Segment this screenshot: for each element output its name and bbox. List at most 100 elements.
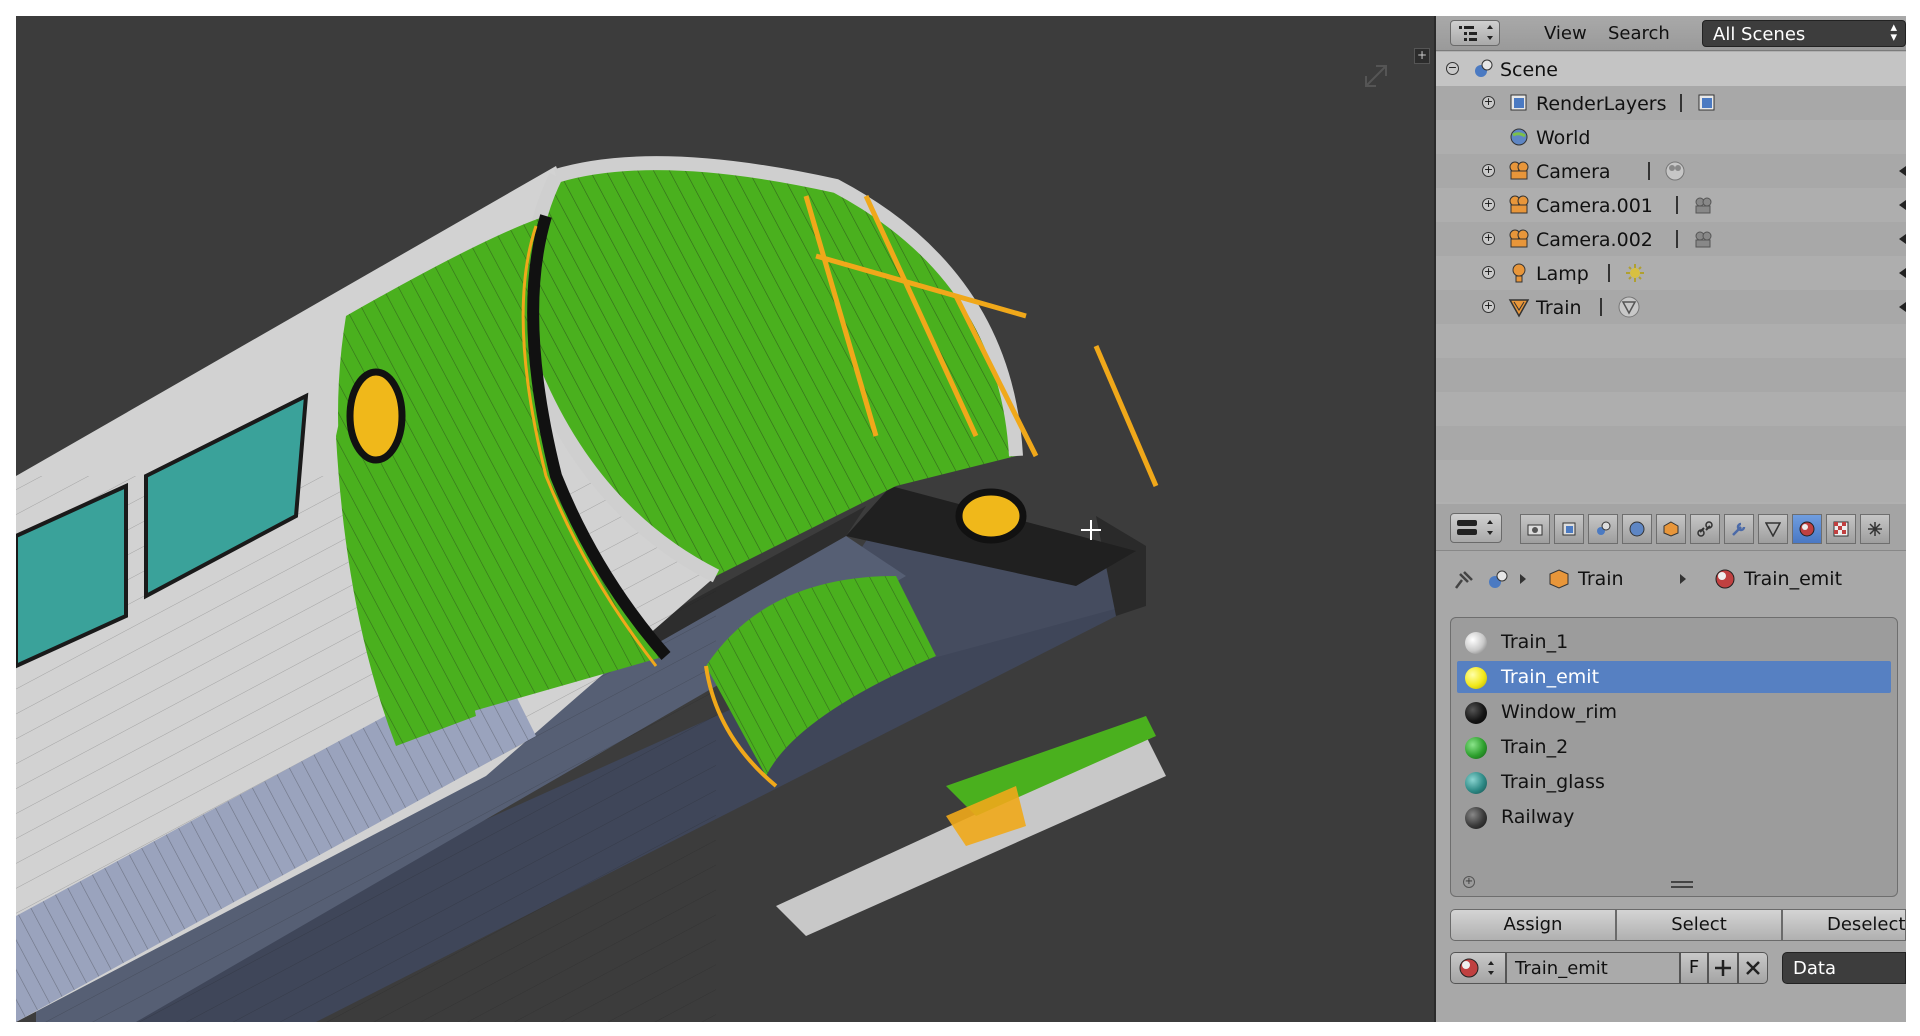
link-dropdown-label: Data [1793, 958, 1836, 979]
material-slot[interactable]: Train_2 [1457, 731, 1891, 763]
tab-texture[interactable] [1826, 514, 1856, 544]
tab-data[interactable] [1758, 514, 1788, 544]
visibility-arrow-icon[interactable] [1899, 166, 1906, 176]
outliner-row-camera-002[interactable]: + Camera.002 [1436, 222, 1906, 256]
visibility-arrow-icon[interactable] [1899, 268, 1906, 278]
pin-icon[interactable] [1450, 568, 1476, 592]
deselect-button[interactable]: Deselect [1782, 909, 1906, 941]
material-slot[interactable]: Train_1 [1457, 626, 1891, 658]
properties-editor[interactable]: Train Train_emit Train_1 Train_emit Wind… [1436, 504, 1906, 1022]
material-sphere-icon [1799, 521, 1815, 537]
scene-icon [1489, 570, 1508, 588]
material-preview-ball [1465, 632, 1487, 654]
tab-modifiers[interactable] [1724, 514, 1754, 544]
train-mesh-render [16, 65, 1387, 1022]
material-slot-list[interactable]: Train_1 Train_emit Window_rim Train_2 Tr… [1450, 617, 1898, 897]
list-resize-grip[interactable] [1671, 881, 1693, 888]
visibility-arrow-icon[interactable] [1899, 234, 1906, 244]
outliner-row-lamp[interactable]: + Lamp [1436, 256, 1906, 290]
link-dropdown[interactable]: Data [1782, 952, 1906, 984]
renderlayer-sub-icon [1698, 94, 1715, 111]
outliner-label: Camera [1536, 161, 1611, 183]
material-slot[interactable]: Railway [1457, 801, 1891, 833]
camera-data-icon [1695, 231, 1712, 248]
camera-object-icon [1509, 229, 1529, 248]
tab-particles[interactable] [1860, 514, 1890, 544]
outliner-label: Camera.001 [1536, 195, 1653, 217]
texture-checker-icon [1833, 521, 1849, 537]
train-side-light [346, 368, 406, 464]
material-preview-ball [1465, 667, 1487, 689]
scene-icon [1597, 521, 1611, 535]
outliner-label: Scene [1500, 59, 1558, 81]
select-button[interactable]: Select [1616, 909, 1782, 941]
material-slot[interactable]: Window_rim [1457, 696, 1891, 728]
editor-type-button[interactable] [1450, 513, 1502, 543]
particles-icon [1868, 522, 1882, 536]
menu-view[interactable]: View [1544, 23, 1587, 44]
material-slot-name: Railway [1501, 806, 1575, 828]
collapse-icon[interactable]: − [1446, 62, 1459, 75]
visibility-arrow-icon[interactable] [1899, 200, 1906, 210]
assign-button[interactable]: Assign [1450, 909, 1616, 941]
outliner-row-train[interactable]: + Train [1436, 290, 1906, 324]
scene-filter-dropdown[interactable]: All Scenes ▴ ▾ [1702, 20, 1906, 47]
material-preview-ball [1465, 807, 1487, 829]
breadcrumb: Train Train_emit [1436, 558, 1906, 598]
3d-viewport[interactable]: + [16, 16, 1434, 1022]
expand-icon[interactable]: + [1482, 300, 1495, 313]
mesh-object-icon [1508, 299, 1530, 318]
expand-icon[interactable]: + [1482, 266, 1495, 279]
renderlayers-icon [1510, 94, 1527, 111]
render-layers-icon [1562, 522, 1576, 536]
tab-render[interactable] [1520, 514, 1550, 544]
object-cube-icon [1549, 569, 1569, 589]
expand-icon[interactable]: + [1482, 232, 1495, 245]
material-slot[interactable]: Train_glass [1457, 766, 1891, 798]
tab-render-layers[interactable] [1554, 514, 1584, 544]
world-icon [1629, 521, 1645, 537]
outliner-row-scene[interactable]: − Scene [1436, 52, 1906, 86]
material-name-field[interactable]: Train_emit [1506, 952, 1680, 984]
object-cube-icon [1663, 521, 1679, 537]
material-slot-name: Window_rim [1501, 701, 1618, 723]
outliner[interactable]: − Scene + RenderLayers World + Camera + … [1436, 52, 1906, 502]
mesh-data-icon [1618, 296, 1640, 318]
material-slot-selected[interactable]: Train_emit [1457, 661, 1891, 693]
viewport-split-corner[interactable]: + [1414, 48, 1430, 64]
blender-window: + View Search All Scenes ▴ ▾ − Scene + R… [16, 16, 1906, 1022]
lamp-data-icon [1626, 264, 1644, 282]
expand-icon[interactable]: + [1482, 96, 1495, 109]
visibility-arrow-icon[interactable] [1899, 302, 1906, 312]
new-material-button[interactable] [1708, 952, 1738, 984]
expand-icon[interactable]: + [1482, 164, 1495, 177]
properties-tabbar [1436, 504, 1906, 551]
world-icon [1510, 128, 1528, 146]
expand-icon[interactable]: + [1482, 198, 1495, 211]
menu-search[interactable]: Search [1608, 23, 1670, 44]
material-preview-ball [1465, 737, 1487, 759]
outliner-row-world[interactable]: World [1436, 120, 1906, 154]
outliner-row-renderlayers[interactable]: + RenderLayers [1436, 86, 1906, 120]
tab-scene[interactable] [1588, 514, 1618, 544]
material-slot-name: Train_glass [1501, 771, 1605, 793]
outliner-header: View Search All Scenes ▴ ▾ [1436, 16, 1906, 51]
outliner-row-camera-001[interactable]: + Camera.001 [1436, 188, 1906, 222]
material-sphere-icon [1715, 569, 1735, 589]
scene-icon [1475, 59, 1493, 77]
breadcrumb-separator-icon [1680, 574, 1686, 584]
train-front-light [955, 488, 1027, 544]
fake-user-button[interactable]: F [1680, 952, 1708, 984]
tab-constraints[interactable] [1690, 514, 1720, 544]
editor-type-button[interactable] [1450, 20, 1500, 46]
camera-object-icon [1509, 161, 1529, 180]
list-filter-icon[interactable]: + [1463, 876, 1475, 888]
outliner-editor-icon [1459, 25, 1493, 41]
tab-material[interactable] [1792, 514, 1822, 544]
unlink-material-button[interactable] [1738, 952, 1768, 984]
camera-data-icon [1695, 197, 1712, 214]
material-browse-button[interactable] [1450, 952, 1506, 984]
tab-world[interactable] [1622, 514, 1652, 544]
tab-object[interactable] [1656, 514, 1686, 544]
outliner-row-camera[interactable]: + Camera [1436, 154, 1906, 188]
